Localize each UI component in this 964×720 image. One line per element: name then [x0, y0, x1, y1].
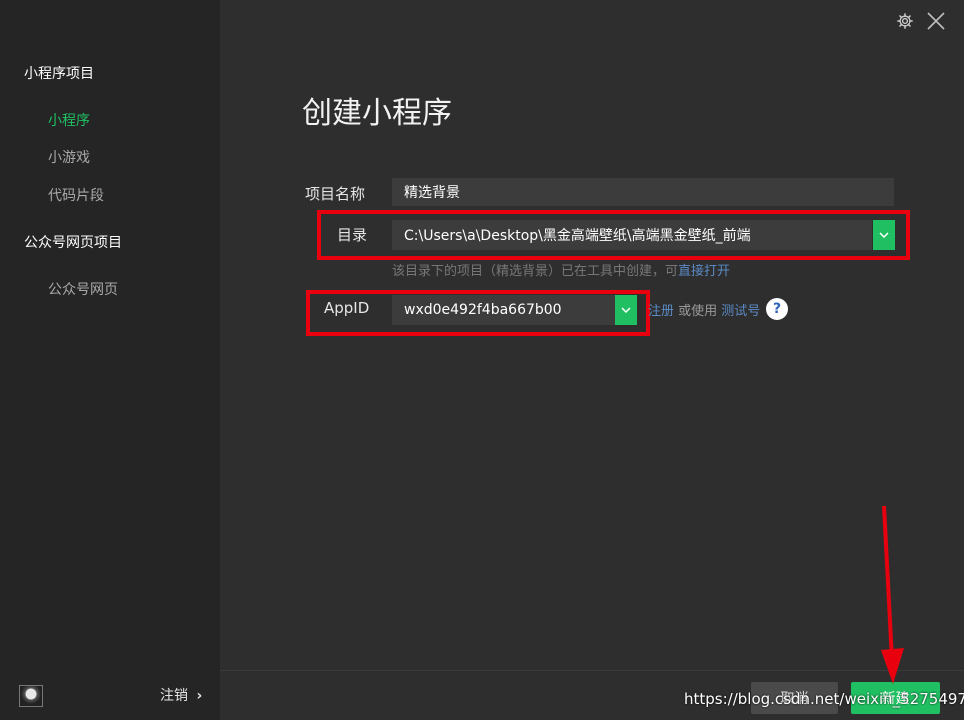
- directory-dropdown-button[interactable]: [873, 220, 895, 250]
- sidebar-item-mini-game[interactable]: 小游戏: [48, 147, 90, 167]
- appid-dropdown-button[interactable]: [615, 295, 637, 325]
- test-account-link[interactable]: 测试号: [721, 304, 760, 319]
- project-name-value: 精选背景: [404, 185, 460, 201]
- project-name-input[interactable]: 精选背景: [392, 178, 894, 206]
- directory-hint-text: 该目录下的项目（精选背景）已在工具中创建，可: [392, 264, 679, 279]
- avatar[interactable]: [19, 685, 43, 707]
- section-title-mini-program: 小程序项目: [24, 66, 94, 82]
- sidebar-item-mini-program[interactable]: 小程序: [48, 110, 90, 130]
- directory-input[interactable]: C:\Users\a\Desktop\黑金高端壁纸\高端黑金壁纸_前端: [392, 220, 872, 250]
- watermark: https://blog.csdn.net/weixin_52754971: [684, 690, 964, 708]
- sidebar: 小程序项目 小程序 小游戏 代码片段 公众号网页项目 公众号网页 注销 ›: [0, 0, 220, 720]
- page-title: 创建小程序: [302, 96, 452, 131]
- project-name-label: 项目名称: [305, 185, 366, 203]
- appid-input[interactable]: wxd0e492f4ba667b00: [392, 295, 615, 325]
- logout-label: 注销: [160, 688, 188, 704]
- appid-options: 注册 或使用 测试号: [648, 300, 760, 319]
- directory-hint: 该目录下的项目（精选背景）已在工具中创建，可直接打开: [392, 260, 730, 279]
- arrow-annotation: [881, 505, 904, 684]
- sidebar-item-official-web[interactable]: 公众号网页: [48, 279, 118, 299]
- chevron-down-icon: [879, 232, 889, 238]
- logout-button[interactable]: 注销 ›: [160, 685, 202, 705]
- sidebar-item-code-snippet[interactable]: 代码片段: [48, 185, 104, 205]
- directory-value: C:\Users\a\Desktop\黑金高端壁纸\高端黑金壁纸_前端: [404, 228, 751, 244]
- footer-divider: [220, 670, 964, 671]
- help-icon[interactable]: ?: [766, 298, 788, 320]
- chevron-right-icon: ›: [196, 688, 203, 704]
- close-icon[interactable]: [926, 11, 946, 31]
- appid-value: wxd0e492f4ba667b00: [404, 302, 562, 318]
- appid-or-text: 或使用: [674, 304, 722, 319]
- section-title-official-account: 公众号网页项目: [24, 235, 122, 251]
- register-link[interactable]: 注册: [648, 304, 674, 319]
- chevron-down-icon: [621, 307, 631, 313]
- directory-label: 目录: [337, 226, 368, 244]
- open-directly-link[interactable]: 直接打开: [678, 264, 730, 279]
- appid-label: AppID: [324, 299, 370, 317]
- gear-icon[interactable]: [896, 12, 914, 30]
